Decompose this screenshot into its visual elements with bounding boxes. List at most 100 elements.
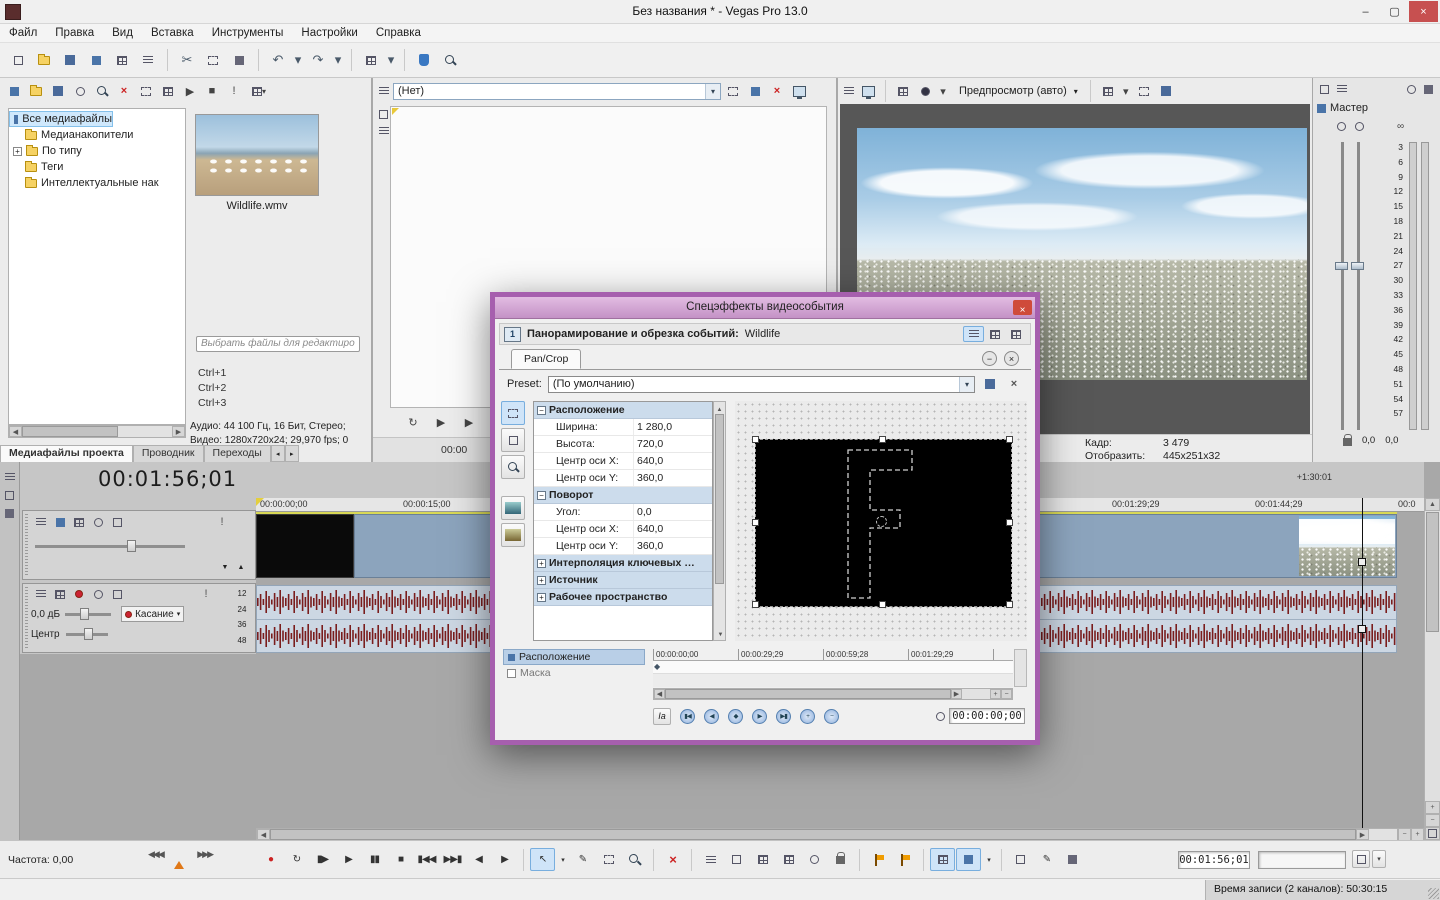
scroll-thumb[interactable] — [665, 689, 951, 699]
remove-plugin-button[interactable]: × — [1004, 351, 1019, 366]
property-grid-scrollbar[interactable]: ▲ ▼ — [713, 401, 726, 641]
enable-snapping-button[interactable] — [930, 848, 955, 871]
prop-row-rot-center-x[interactable]: Центр оси X:640,0 — [534, 521, 712, 538]
tab-pan-crop[interactable]: Pan/Crop — [511, 349, 581, 369]
automation-mode-combo[interactable]: Касание ▾ — [121, 606, 184, 622]
audio-track-header[interactable]: ! 0,0 дБ Касание ▾ Центр 12 24 36 48 — [22, 583, 256, 653]
tab-project-media[interactable]: Медиафайлы проекта — [0, 445, 133, 462]
video-fx-button[interactable] — [893, 81, 913, 101]
track-zoom-in-button[interactable]: + — [1425, 801, 1440, 814]
keyframe-next-button[interactable]: ▶ — [752, 709, 767, 724]
audio-track-fx-button[interactable] — [52, 587, 68, 601]
crop-center-marker[interactable] — [876, 516, 887, 527]
move-freely-tool[interactable] — [501, 428, 525, 452]
prop-section-interpolation[interactable]: +Интерполяция ключевых … — [534, 555, 712, 572]
crop-handle-mr[interactable] — [1006, 519, 1013, 526]
track-solo-button[interactable] — [109, 515, 125, 529]
preview-thumb-b[interactable] — [501, 523, 525, 547]
preview-menu-button[interactable] — [842, 81, 856, 101]
master-fader-track-right[interactable] — [1357, 142, 1360, 430]
slip-tool-button[interactable] — [1060, 848, 1085, 871]
copy-snapshot-button[interactable] — [1134, 81, 1154, 101]
undo-dropdown[interactable]: ▾ — [292, 48, 304, 72]
overlays-dropdown[interactable]: ▾ — [1120, 81, 1132, 101]
scroll-thumb[interactable] — [270, 829, 1356, 840]
split-screen-dropdown[interactable]: ▾ — [937, 81, 949, 101]
keyframe-delete-button[interactable]: − — [824, 709, 839, 724]
close-button[interactable]: × — [1409, 1, 1438, 22]
transport-time-display[interactable]: 00:01:56;01 — [1178, 851, 1250, 869]
paste-button[interactable] — [227, 48, 251, 72]
prop-row-width[interactable]: Ширина:1 280,0 — [534, 419, 712, 436]
go-to-end-button[interactable]: ▶▶▮ — [440, 848, 465, 871]
lock-icon[interactable] — [1343, 438, 1352, 446]
menu-edit[interactable]: Правка — [46, 27, 103, 39]
stop-button[interactable]: ■ — [388, 848, 413, 871]
composite-level-handle[interactable] — [127, 540, 136, 552]
trim-start-button[interactable] — [698, 848, 723, 871]
prop-row-center-y[interactable]: Центр оси Y:360,0 — [534, 470, 712, 487]
trimmer-side-button[interactable] — [377, 108, 390, 121]
loop-region-marker[interactable] — [256, 498, 264, 506]
tabs-scroll-right[interactable]: ▸ — [285, 445, 299, 462]
track-fx-button[interactable] — [71, 515, 87, 529]
scroll-thumb[interactable] — [1426, 512, 1439, 632]
timeline-lock-button[interactable] — [3, 506, 17, 520]
preview-thumb-a[interactable] — [501, 496, 525, 520]
expand-icon[interactable]: + — [537, 593, 546, 602]
split-screen-button[interactable] — [915, 81, 935, 101]
track-mute-button[interactable] — [90, 515, 106, 529]
tab-explorer[interactable]: Проводник — [133, 445, 204, 462]
layout-list-button[interactable] — [963, 326, 984, 342]
master-mute-button[interactable] — [1421, 82, 1436, 97]
media-new-bin-button[interactable] — [26, 81, 46, 101]
master-downmix-button[interactable] — [1334, 82, 1349, 97]
external-monitor-button[interactable] — [858, 81, 878, 101]
menu-tools[interactable]: Инструменты — [203, 27, 293, 39]
dialog-close-button[interactable]: × — [1013, 300, 1032, 315]
audio-record-arm-button[interactable] — [71, 587, 87, 601]
crop-handle-tl[interactable] — [752, 436, 759, 443]
scroll-right-button[interactable]: ▶ — [1356, 829, 1369, 840]
envelope-edit-tool-button[interactable]: ✎ — [570, 848, 595, 871]
trimmer-sweep-button[interactable] — [745, 81, 765, 101]
tree-item-media-bins[interactable]: Медианакопители — [9, 127, 185, 143]
menu-file[interactable]: Файл — [0, 27, 46, 39]
transport-aux-button[interactable] — [1352, 850, 1370, 868]
auto-ripple-dropdown[interactable]: ▾ — [982, 848, 995, 871]
resize-grip[interactable] — [1428, 888, 1439, 899]
normal-edit-tool[interactable] — [501, 401, 525, 425]
master-fader-handle-left[interactable] — [1335, 262, 1348, 270]
expand-icon[interactable]: + — [537, 559, 546, 568]
playhead-cursor[interactable] — [1362, 498, 1363, 828]
scrub-control[interactable]: ◀◀◀ ▶▶▶ — [148, 847, 212, 873]
media-preview-stop-button[interactable]: ■ — [202, 81, 222, 101]
keyframe-vscrollbar[interactable] — [1014, 649, 1027, 687]
crop-handle-tr[interactable] — [1006, 436, 1013, 443]
cut-button[interactable]: ✂ — [175, 48, 199, 72]
trimmer-menu-button[interactable] — [377, 81, 391, 101]
audio-pan-handle[interactable] — [84, 628, 93, 640]
crop-handle-tm[interactable] — [879, 436, 886, 443]
menu-insert[interactable]: Вставка — [142, 27, 203, 39]
previous-frame-button[interactable]: ◀ — [466, 848, 491, 871]
keyframe-track-position[interactable]: ◆ — [653, 661, 1013, 674]
media-search-input[interactable]: Выбрать файлы для редактиро — [196, 336, 360, 352]
scroll-left-button[interactable]: ◀ — [654, 689, 665, 699]
keyframe-time-display[interactable]: 00:00:00;00 — [949, 708, 1025, 724]
prop-row-height[interactable]: Высота:720,0 — [534, 436, 712, 453]
record-button[interactable]: ● — [258, 848, 283, 871]
edit-track-height-button[interactable] — [1425, 827, 1440, 840]
whats-this-help-button[interactable] — [438, 48, 462, 72]
prop-section-position[interactable]: −Расположение — [534, 402, 712, 419]
preview-quality-label[interactable]: Предпросмотр (авто) — [959, 85, 1067, 97]
project-media-button[interactable] — [136, 48, 160, 72]
tabs-scroll-left[interactable]: ◂ — [271, 445, 285, 462]
audio-track-menu-button[interactable] — [33, 587, 49, 601]
keyframe-track-label-position[interactable]: Расположение — [503, 649, 645, 665]
plugin-chain-icon[interactable]: 1 — [504, 327, 521, 342]
tree-item-tags[interactable]: Теги — [9, 159, 185, 175]
minimize-button[interactable]: – — [1351, 1, 1380, 22]
scroll-down-button[interactable]: ▼ — [715, 629, 726, 640]
prop-section-rotation[interactable]: −Поворот — [534, 487, 712, 504]
